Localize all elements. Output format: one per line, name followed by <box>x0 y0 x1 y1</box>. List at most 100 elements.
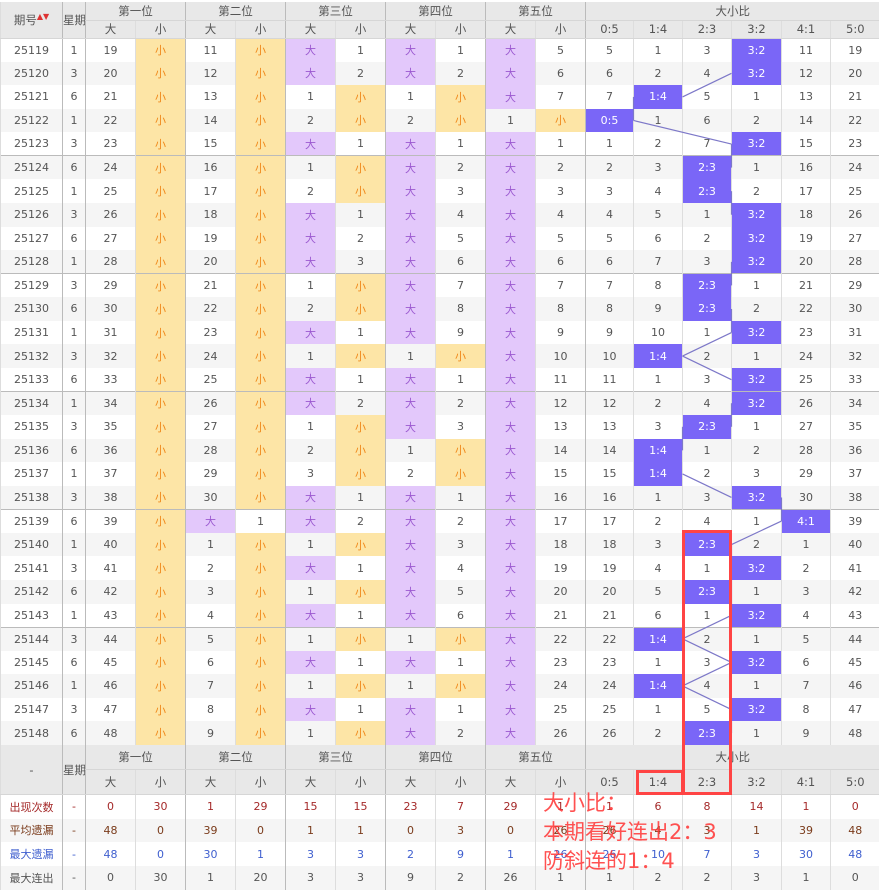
table-row: 25126 3 26 小 18 小大 1 大 4 大 4 4 5 1 3:2 18 26 <box>0 202 879 227</box>
stats-value: 48 <box>829 818 879 843</box>
ratio-miss-count: 7 <box>585 273 634 298</box>
miss-count: 1 <box>335 38 386 62</box>
ratio-miss-count: 7 <box>682 132 732 156</box>
miss-count: 48 <box>85 721 136 745</box>
ratio-miss-count: 5 <box>585 38 634 62</box>
annotation-note: 大小比： 本期看好连出2：3 防斜连的1：4 <box>543 789 717 876</box>
table-row: 25139 6 39 小大 1 大 2 大 2 大 17 17 2 4 1 4:1 39 <box>0 508 879 533</box>
miss-count: 25 <box>85 179 136 203</box>
miss-count: 2 <box>185 556 236 580</box>
weekday-cell: 6 <box>62 721 86 745</box>
weekday-cell: 3 <box>62 132 86 156</box>
position-header: 第二位 <box>185 744 286 771</box>
big-subheader: 大 <box>285 769 336 796</box>
big-mark: 大 <box>385 320 436 345</box>
miss-count: 6 <box>185 650 236 675</box>
miss-count: 40 <box>85 532 136 557</box>
small-mark: 小 <box>135 485 186 510</box>
miss-count: 3 <box>185 579 236 604</box>
miss-count: 7 <box>535 273 586 298</box>
miss-count: 19 <box>85 38 136 62</box>
stats-value: 0 <box>829 794 879 819</box>
miss-count: 2 <box>335 508 386 533</box>
ratio-hit: 2:3 <box>682 579 732 604</box>
weekday-header: 星期 <box>62 2 86 39</box>
big-mark: 大 <box>485 415 536 439</box>
ratio-hit: 3:2 <box>731 485 782 510</box>
issue-header[interactable]: 期号▲▼ <box>0 2 63 39</box>
small-subheader: 小 <box>235 769 286 796</box>
miss-count: 8 <box>435 297 486 321</box>
ratio-miss-count: 25 <box>585 697 634 722</box>
ratio-header: 大小比 <box>584 2 879 21</box>
ratio-miss-count: 1 <box>633 650 683 675</box>
big-mark: 大 <box>285 132 336 156</box>
stats-value: 1 <box>485 842 536 866</box>
ratio-miss-count: 4 <box>633 556 683 580</box>
small-mark: 小 <box>235 38 286 62</box>
big-mark: 大 <box>385 556 436 580</box>
big-mark: 大 <box>385 250 436 274</box>
weekday-cell: 3 <box>62 344 86 368</box>
small-mark: 小 <box>335 721 386 745</box>
table-row: 25122 1 22 小 14 小 2 小 2 小 1 小 0:5 1 6 2 14 22 <box>0 108 879 133</box>
big-subheader: 大 <box>385 769 436 796</box>
small-mark: 小 <box>335 297 386 321</box>
ratio-miss-count: 5 <box>585 226 634 251</box>
ratio-miss-count: 10 <box>585 344 634 368</box>
miss-count: 29 <box>185 462 236 486</box>
ratio-hit: 1:4 <box>633 438 683 463</box>
weekday-cell: 3 <box>62 61 86 86</box>
small-mark: 小 <box>135 462 186 486</box>
miss-count: 22 <box>85 108 136 133</box>
ratio-miss-count: 22 <box>781 297 831 321</box>
weekday-cell: 6 <box>62 650 86 675</box>
ratio-miss-count: 34 <box>829 390 879 415</box>
big-mark: 大 <box>385 273 436 298</box>
ratio-hit: 3:2 <box>731 556 782 580</box>
big-subheader: 大 <box>85 20 136 39</box>
miss-count: 1 <box>285 155 336 180</box>
small-mark: 小 <box>235 532 286 557</box>
small-mark: 小 <box>135 132 186 156</box>
ratio-miss-count: 16 <box>585 485 634 510</box>
big-mark: 大 <box>485 626 536 651</box>
table-row: 25135 3 35 小 27 小 1 小大 3 大 13 13 3 2:3 1 27 35 <box>0 415 879 439</box>
small-mark: 小 <box>135 250 186 274</box>
ratio-miss-count: 44 <box>829 626 879 651</box>
miss-count: 26 <box>185 390 236 415</box>
ratio-miss-count: 1 <box>633 108 683 133</box>
ratio-hit: 1:4 <box>633 626 683 651</box>
ratio-hit: 3:2 <box>731 38 782 62</box>
small-mark: 小 <box>335 462 386 486</box>
ratio-miss-count: 47 <box>829 697 879 722</box>
ratio-miss-count: 45 <box>829 650 879 675</box>
small-mark: 小 <box>135 508 186 533</box>
ratio-miss-count: 1 <box>585 132 634 156</box>
miss-count: 24 <box>535 674 586 698</box>
ratio-miss-count: 8 <box>781 697 831 722</box>
ratio-miss-count: 8 <box>585 297 634 321</box>
big-mark: 大 <box>285 320 336 345</box>
ratio-miss-count: 19 <box>781 226 831 251</box>
big-mark: 大 <box>385 508 436 533</box>
miss-count: 30 <box>85 297 136 321</box>
weekday-cell: 3 <box>62 485 86 510</box>
miss-count: 7 <box>535 85 586 109</box>
miss-count: 20 <box>85 61 136 86</box>
small-mark: 小 <box>135 556 186 580</box>
miss-count: 1 <box>435 697 486 722</box>
table-row: 25147 3 47 小 8 小大 1 大 1 大 25 25 1 5 3:2 8 47 <box>0 697 879 722</box>
stats-value: 48 <box>85 818 136 843</box>
miss-count: 1 <box>435 485 486 510</box>
stats-value: 1 <box>781 865 831 890</box>
weekday-cell: 6 <box>62 155 86 180</box>
ratio-miss-count: 1 <box>633 38 683 62</box>
small-subheader: 小 <box>435 20 486 39</box>
miss-count: 5 <box>535 226 586 251</box>
stats-value: 1 <box>185 794 236 819</box>
small-mark: 小 <box>335 438 386 463</box>
ratio-hit: 3:2 <box>731 61 782 86</box>
sort-icon[interactable]: ▲▼ <box>37 12 49 21</box>
small-mark: 小 <box>135 155 186 180</box>
